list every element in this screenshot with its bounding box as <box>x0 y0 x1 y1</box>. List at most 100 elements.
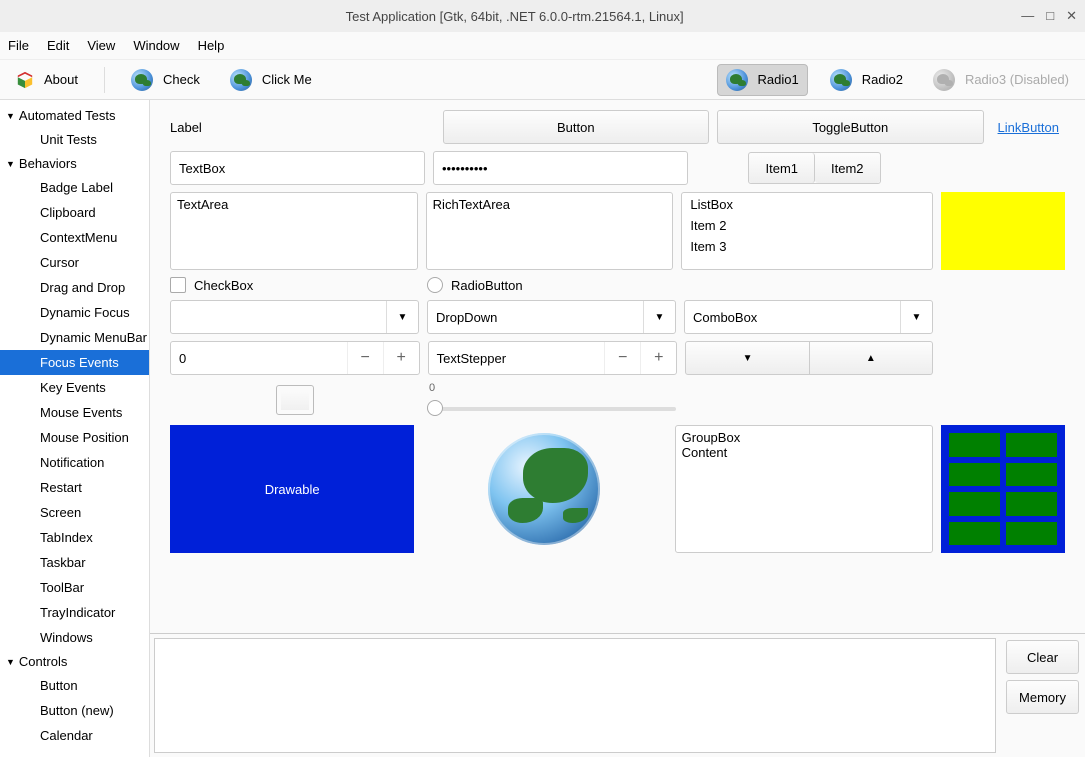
globe-icon <box>230 69 252 91</box>
clear-button[interactable]: Clear <box>1006 640 1079 674</box>
tree-group-automated[interactable]: ▼Automated Tests <box>0 104 149 127</box>
chevron-down-icon: ▼ <box>643 301 675 333</box>
chevron-down-icon: ▼ <box>900 301 932 333</box>
bottom-panel: Clear Memory <box>150 633 1085 757</box>
pixel-grid <box>941 425 1065 553</box>
menu-file[interactable]: File <box>8 38 29 53</box>
sidebar-item[interactable]: TrayIndicator <box>0 600 149 625</box>
sidebar-item[interactable]: TabIndex <box>0 525 149 550</box>
toolbar-radio1[interactable]: Radio1 <box>717 64 808 96</box>
menu-window[interactable]: Window <box>133 38 179 53</box>
sidebar-item[interactable]: Cursor <box>0 250 149 275</box>
sidebar-item[interactable]: Button (new) <box>0 698 149 723</box>
globe-icon <box>726 69 748 91</box>
sidebar-item[interactable]: Restart <box>0 475 149 500</box>
tree-group-controls[interactable]: ▼Controls <box>0 650 149 673</box>
minus-icon[interactable]: − <box>604 342 640 374</box>
sidebar-item[interactable]: Windows <box>0 625 149 650</box>
sidebar-item[interactable]: Button <box>0 673 149 698</box>
down-button[interactable]: ▼ <box>685 341 809 375</box>
sidebar-item[interactable]: Mouse Position <box>0 425 149 450</box>
segment-item2[interactable]: Item2 <box>815 153 880 183</box>
sidebar-item[interactable]: Key Events <box>0 375 149 400</box>
sidebar-item[interactable]: Screen <box>0 500 149 525</box>
sidebar-item[interactable]: Mouse Events <box>0 400 149 425</box>
sidebar-item[interactable]: Dynamic Focus <box>0 300 149 325</box>
textbox[interactable]: TextBox <box>170 151 425 185</box>
menu-help[interactable]: Help <box>198 38 225 53</box>
button[interactable]: Button <box>443 110 710 144</box>
toolbar-separator <box>104 67 105 93</box>
maximize-icon[interactable]: □ <box>1046 8 1054 24</box>
menu-view[interactable]: View <box>87 38 115 53</box>
up-button[interactable]: ▲ <box>810 341 933 375</box>
toggle-button[interactable]: ToggleButton <box>717 110 984 144</box>
dropdown[interactable]: DropDown▼ <box>427 300 676 334</box>
toolbar-about-label: About <box>44 72 78 87</box>
menu-edit[interactable]: Edit <box>47 38 69 53</box>
sidebar-item[interactable]: Clipboard <box>0 200 149 225</box>
numeric-stepper[interactable]: 0−+ <box>170 341 420 375</box>
combobox[interactable]: ComboBox▼ <box>684 300 933 334</box>
toggle-box[interactable] <box>276 385 314 415</box>
toolbar-radio2[interactable]: Radio2 <box>822 65 911 95</box>
slider-thumb[interactable] <box>427 400 443 416</box>
listbox[interactable]: ListBox Item 2 Item 3 <box>681 192 933 270</box>
textarea[interactable]: TextArea <box>170 192 418 270</box>
log-buttons: Clear Memory <box>1000 634 1085 757</box>
sidebar-item[interactable]: Drag and Drop <box>0 275 149 300</box>
drawable-surface[interactable]: Drawable <box>170 425 414 553</box>
groupbox: GroupBox Content <box>675 425 933 553</box>
toolbar-radio3-label: Radio3 (Disabled) <box>965 72 1069 87</box>
toolbar-check-label: Check <box>163 72 200 87</box>
toolbar-check[interactable]: Check <box>123 65 208 95</box>
groupbox-title: GroupBox <box>682 430 926 445</box>
groupbox-content: Content <box>682 445 926 460</box>
toolbar-radio1-label: Radio1 <box>758 72 799 87</box>
text-stepper[interactable]: TextStepper−+ <box>428 341 678 375</box>
plus-icon[interactable]: + <box>383 342 419 374</box>
sidebar-item[interactable]: Calendar <box>0 723 149 748</box>
radio-circle-icon <box>427 277 443 293</box>
sidebar-item[interactable]: Notification <box>0 450 149 475</box>
globe-icon <box>933 69 955 91</box>
checkbox[interactable]: CheckBox <box>170 277 419 293</box>
list-item[interactable]: ListBox <box>690 197 924 212</box>
label-static: Label <box>170 114 435 141</box>
combo-empty[interactable]: ▼ <box>170 300 419 334</box>
toolbar: About Check Click Me Radio1 Radio2 Radio… <box>0 60 1085 100</box>
list-item[interactable]: Item 3 <box>690 239 924 254</box>
slider-value: 0 <box>427 382 676 394</box>
window-controls: — □ ✕ <box>1021 8 1077 24</box>
toolbar-about[interactable]: About <box>8 67 86 93</box>
color-panel <box>941 192 1065 270</box>
radio-button[interactable]: RadioButton <box>427 277 676 293</box>
password-field[interactable]: •••••••••• <box>433 151 688 185</box>
sidebar-item[interactable]: Taskbar <box>0 550 149 575</box>
sidebar-item[interactable]: ToolBar <box>0 575 149 600</box>
memory-button[interactable]: Memory <box>1006 680 1079 714</box>
link-button[interactable]: LinkButton <box>992 114 1065 141</box>
sidebar-item[interactable]: Unit Tests <box>0 127 149 152</box>
sidebar-item[interactable]: Dynamic MenuBar <box>0 325 149 350</box>
caret-down-icon: ▼ <box>6 111 15 121</box>
slider-track <box>427 407 676 411</box>
tree-group-behaviors[interactable]: ▼Behaviors <box>0 152 149 175</box>
caret-down-icon: ▼ <box>6 159 15 169</box>
log-area[interactable] <box>154 638 996 753</box>
sidebar[interactable]: ▼Automated Tests Unit Tests ▼Behaviors B… <box>0 100 150 757</box>
minimize-icon[interactable]: — <box>1021 8 1034 24</box>
image-view <box>422 425 666 553</box>
sidebar-item[interactable]: Badge Label <box>0 175 149 200</box>
richtextarea[interactable]: RichTextArea <box>426 192 674 270</box>
chevron-down-icon: ▼ <box>386 301 418 333</box>
toolbar-clickme[interactable]: Click Me <box>222 65 320 95</box>
sidebar-item[interactable]: ContextMenu <box>0 225 149 250</box>
minus-icon[interactable]: − <box>347 342 383 374</box>
sidebar-item[interactable]: Focus Events <box>0 350 149 375</box>
plus-icon[interactable]: + <box>640 342 676 374</box>
segment-item1[interactable]: Item1 <box>749 153 815 183</box>
slider[interactable]: 0 <box>427 382 676 418</box>
close-icon[interactable]: ✕ <box>1066 8 1077 24</box>
list-item[interactable]: Item 2 <box>690 218 924 233</box>
